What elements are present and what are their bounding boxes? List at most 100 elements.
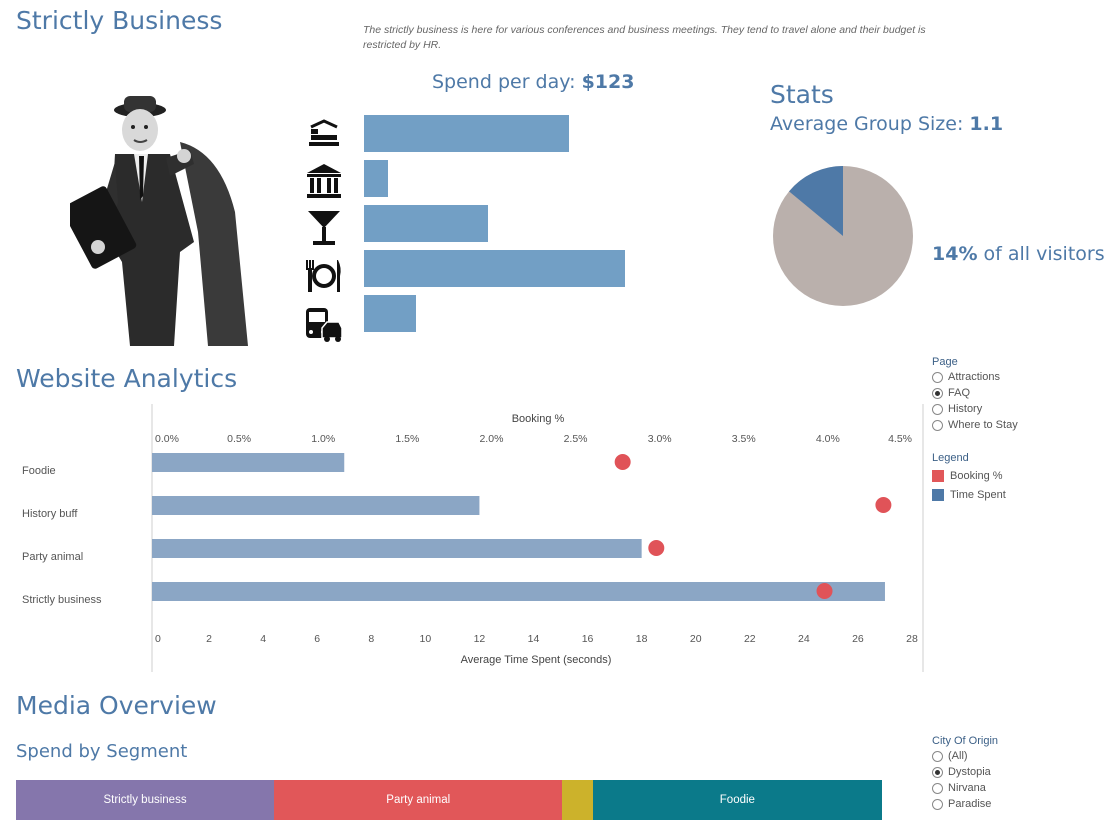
legend-title: Legend xyxy=(932,452,969,464)
cocktail-icon xyxy=(305,208,343,248)
radio-button[interactable] xyxy=(932,782,943,794)
spend-bar-cocktail xyxy=(364,205,488,242)
x-tick-label: 18 xyxy=(636,633,648,645)
x-tick-label: 8 xyxy=(368,633,374,645)
radio-button[interactable] xyxy=(932,766,943,778)
city-filter-option[interactable]: Paradise xyxy=(932,796,1092,812)
city-filter-option-label: (All) xyxy=(948,750,968,762)
category-label: Strictly business xyxy=(22,594,102,606)
spend-by-segment-bar: Strictly business Party animal Foodie xyxy=(16,780,882,820)
radio-button[interactable] xyxy=(932,419,943,431)
legend-swatch xyxy=(932,488,944,501)
x-tick-label: 26 xyxy=(852,633,864,645)
segment-block[interactable]: Strictly business xyxy=(16,780,275,820)
page-filter-option[interactable]: Attractions xyxy=(932,369,1092,385)
legend-label: Booking % xyxy=(950,469,1003,482)
time-spent-bar xyxy=(152,496,480,515)
x-tick-label: 6 xyxy=(314,633,320,645)
page-filter-title: Page xyxy=(932,356,958,368)
x-tick-label: 2 xyxy=(206,633,212,645)
city-filter-option-label: Paradise xyxy=(948,798,992,810)
segment-block[interactable]: Party animal xyxy=(274,780,563,820)
x2-tick-label: 4.0% xyxy=(816,433,840,445)
x-tick-label: 10 xyxy=(420,633,432,645)
legend-label: Time Spent xyxy=(950,488,1006,501)
x2-tick-label: 3.5% xyxy=(732,433,756,445)
time-spent-bar xyxy=(152,539,642,558)
spend-bar-transport xyxy=(364,295,416,332)
transport-icon xyxy=(305,306,343,344)
x-tick-label: 22 xyxy=(744,633,756,645)
x-axis-title: Average Time Spent (seconds) xyxy=(461,654,612,666)
spend-label: Spend per day: xyxy=(432,71,582,93)
segment-label: Party animal xyxy=(386,794,451,806)
x2-tick-label: 4.5% xyxy=(888,433,912,445)
group-size-value: 1.1 xyxy=(969,113,1004,135)
page-filter-option-label: FAQ xyxy=(948,387,971,399)
visitor-share-label: of all visitors xyxy=(977,243,1105,265)
city-of-origin-filter: City Of Origin (All) Dystopia Nirvana Parad… xyxy=(932,735,1092,812)
page-filter-option[interactable]: FAQ xyxy=(932,385,1092,401)
spend-bar-hotel-bed xyxy=(364,115,569,152)
page-filter-option[interactable]: Where to Stay xyxy=(932,417,1092,433)
x-tick-label: 0 xyxy=(155,633,161,645)
page-filter-option-label: History xyxy=(948,403,983,415)
legend-item[interactable]: Booking % xyxy=(932,466,1092,485)
x-tick-label: 24 xyxy=(798,633,810,645)
hotel-bed-icon xyxy=(305,118,343,154)
analytics-chart: Booking % 0.0% 0.5% 1.0% 1.5% 2.0% 2.5% 3.0% 3.5… xyxy=(22,404,924,672)
x2-axis-title: Booking % xyxy=(512,413,565,425)
city-filter-option[interactable]: (All) xyxy=(932,748,1092,764)
spend-bars xyxy=(364,115,625,332)
spend-per-day: Spend per day: $123 xyxy=(432,71,634,93)
x-tick-label: 12 xyxy=(474,633,486,645)
x-tick-label: 28 xyxy=(906,633,918,645)
museum-icon xyxy=(305,162,343,200)
time-spent-bar xyxy=(152,453,345,472)
booking-dot xyxy=(816,583,833,599)
spend-bar-dining xyxy=(364,250,625,287)
radio-button[interactable] xyxy=(932,403,943,415)
segment-description: The strictly business is here for variou… xyxy=(363,24,926,51)
legend-item[interactable]: Time Spent xyxy=(932,485,1092,504)
chart-legend: Legend Booking % Time Spent xyxy=(932,452,1092,504)
x2-tick-label: 1.0% xyxy=(311,433,335,445)
segment-block[interactable] xyxy=(562,780,593,820)
spend-bar-museum xyxy=(364,160,388,197)
x-tick-label: 14 xyxy=(528,633,540,645)
x-tick-label: 16 xyxy=(582,633,594,645)
spend-value: $123 xyxy=(581,71,635,93)
x2-tick-label: 1.5% xyxy=(395,433,419,445)
x2-tick-label: 0.5% xyxy=(227,433,251,445)
city-filter-option[interactable]: Nirvana xyxy=(932,780,1092,796)
page-filter-option[interactable]: History xyxy=(932,401,1092,417)
analytics-title: Website Analytics xyxy=(16,364,238,393)
x2-tick-label: 3.0% xyxy=(648,433,672,445)
radio-button[interactable] xyxy=(932,798,943,810)
radio-button[interactable] xyxy=(932,750,943,762)
radio-button[interactable] xyxy=(932,387,943,399)
category-label: Foodie xyxy=(22,465,56,477)
visitor-share-pie xyxy=(773,166,913,306)
segment-label: Strictly business xyxy=(103,794,187,806)
radio-button[interactable] xyxy=(932,371,943,383)
city-filter-option-label: Dystopia xyxy=(948,766,991,778)
businessman-image xyxy=(62,92,250,348)
page-filter: Page Attractions FAQ History Where to Stay xyxy=(932,356,1092,433)
dining-icon xyxy=(305,256,343,294)
x-tick-label: 20 xyxy=(690,633,702,645)
x-tick-label: 4 xyxy=(260,633,266,645)
city-filter-option[interactable]: Dystopia xyxy=(932,764,1092,780)
page-filter-option-label: Attractions xyxy=(948,371,1000,383)
time-spent-bar xyxy=(152,582,885,601)
spend-by-segment-title: Spend by Segment xyxy=(16,741,188,762)
legend-swatch xyxy=(932,469,944,482)
x2-tick-label: 2.5% xyxy=(564,433,588,445)
page-filter-option-label: Where to Stay xyxy=(948,419,1018,431)
segment-label: Foodie xyxy=(719,794,755,806)
visitor-share: 14% of all visitors xyxy=(932,243,1105,265)
x2-tick-label: 2.0% xyxy=(479,433,503,445)
segment-block[interactable]: Foodie xyxy=(592,780,882,820)
media-overview-title: Media Overview xyxy=(16,691,217,720)
stats-title: Stats xyxy=(770,80,834,109)
